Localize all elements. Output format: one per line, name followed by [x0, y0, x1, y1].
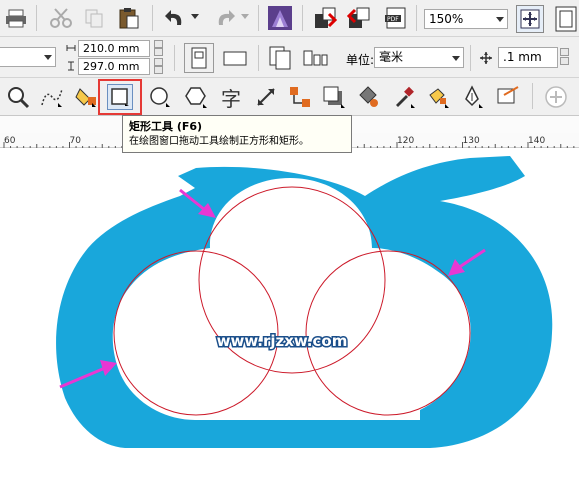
redo-icon[interactable] — [212, 6, 238, 30]
nudge-distance-input[interactable]: .1 mm — [498, 47, 558, 68]
redo-dropdown-icon[interactable] — [240, 12, 250, 22]
watermark-text: www.rjzxw.com — [217, 332, 348, 350]
standard-toolbar: PDF 150% — [0, 0, 579, 37]
smart-fill-tool-icon[interactable] — [72, 83, 100, 111]
connector-tool-icon[interactable] — [286, 83, 314, 111]
add-tool-icon[interactable] — [542, 83, 570, 111]
import-icon[interactable] — [312, 5, 340, 31]
text-tool-icon[interactable]: 字 — [216, 82, 246, 112]
undo-icon[interactable] — [162, 6, 188, 30]
publish-pdf-icon[interactable]: PDF — [382, 5, 410, 31]
height-spin-up[interactable] — [154, 58, 163, 66]
height-icon — [64, 59, 78, 73]
copy-icon[interactable] — [82, 6, 106, 30]
paste-icon[interactable] — [116, 5, 142, 31]
portrait-icon[interactable] — [184, 43, 214, 73]
zoom-dropdown-icon[interactable] — [494, 15, 506, 25]
launcher-icon[interactable] — [266, 4, 294, 32]
units-label: 单位: — [346, 53, 375, 67]
undo-dropdown-icon[interactable] — [190, 12, 200, 22]
height-spin-down[interactable] — [154, 66, 163, 74]
svg-text:PDF: PDF — [387, 16, 399, 23]
units-dropdown-icon[interactable] — [450, 54, 462, 64]
property-bar: 210.0 mm 297.0 mm 单位: 毫米 .1 mm — [0, 37, 579, 78]
export-icon[interactable] — [346, 5, 374, 31]
toolbox: 字 — [0, 78, 579, 116]
tooltip-title: 矩形工具 (F6) — [129, 120, 203, 133]
smart-drawing-tool-icon[interactable] — [494, 83, 522, 111]
all-pages-icon[interactable] — [266, 43, 296, 73]
zoom-tool-icon[interactable] — [4, 83, 32, 111]
outline-pen-tool-icon[interactable] — [458, 83, 486, 111]
page-width-input[interactable]: 210.0 mm — [78, 40, 150, 57]
nudge-spin-up[interactable] — [560, 48, 569, 56]
page-height-input[interactable]: 297.0 mm — [78, 58, 150, 75]
dimension-tool-icon[interactable] — [252, 83, 280, 111]
nudge-spin-down[interactable] — [560, 57, 569, 65]
drop-shadow-tool-icon[interactable] — [320, 83, 348, 111]
page-icon[interactable] — [552, 4, 579, 34]
print-icon[interactable] — [4, 6, 28, 30]
eyedropper-tool-icon[interactable] — [390, 83, 418, 111]
ellipse-tool-icon[interactable] — [146, 83, 174, 111]
page-preset-dropdown-icon[interactable] — [42, 53, 54, 63]
zoom-level-value: 150% — [429, 12, 464, 26]
transparency-tool-icon[interactable] — [354, 83, 382, 111]
rectangle-tool-highlight[interactable] — [98, 79, 142, 115]
tooltip-description: 在绘图窗口拖动工具绘制正方形和矩形。 — [129, 136, 309, 147]
polygon-tool-icon[interactable] — [182, 83, 210, 111]
landscape-icon[interactable] — [220, 47, 250, 69]
width-icon — [64, 41, 78, 55]
full-screen-preview-icon[interactable] — [516, 5, 544, 33]
drawing-canvas[interactable]: www.rjzxw.com — [0, 148, 579, 494]
nudge-icon — [478, 50, 494, 66]
width-spin-up[interactable] — [154, 40, 163, 48]
width-spin-down[interactable] — [154, 48, 163, 56]
interactive-fill-tool-icon[interactable] — [424, 83, 452, 111]
current-page-icon[interactable] — [300, 43, 330, 73]
freehand-tool-icon[interactable] — [38, 83, 66, 111]
cut-icon[interactable] — [48, 6, 74, 30]
rectangle-tool-tooltip: 矩形工具 (F6) 在绘图窗口拖动工具绘制正方形和矩形。 — [122, 115, 352, 153]
rectangle-tool-icon[interactable] — [107, 84, 133, 110]
